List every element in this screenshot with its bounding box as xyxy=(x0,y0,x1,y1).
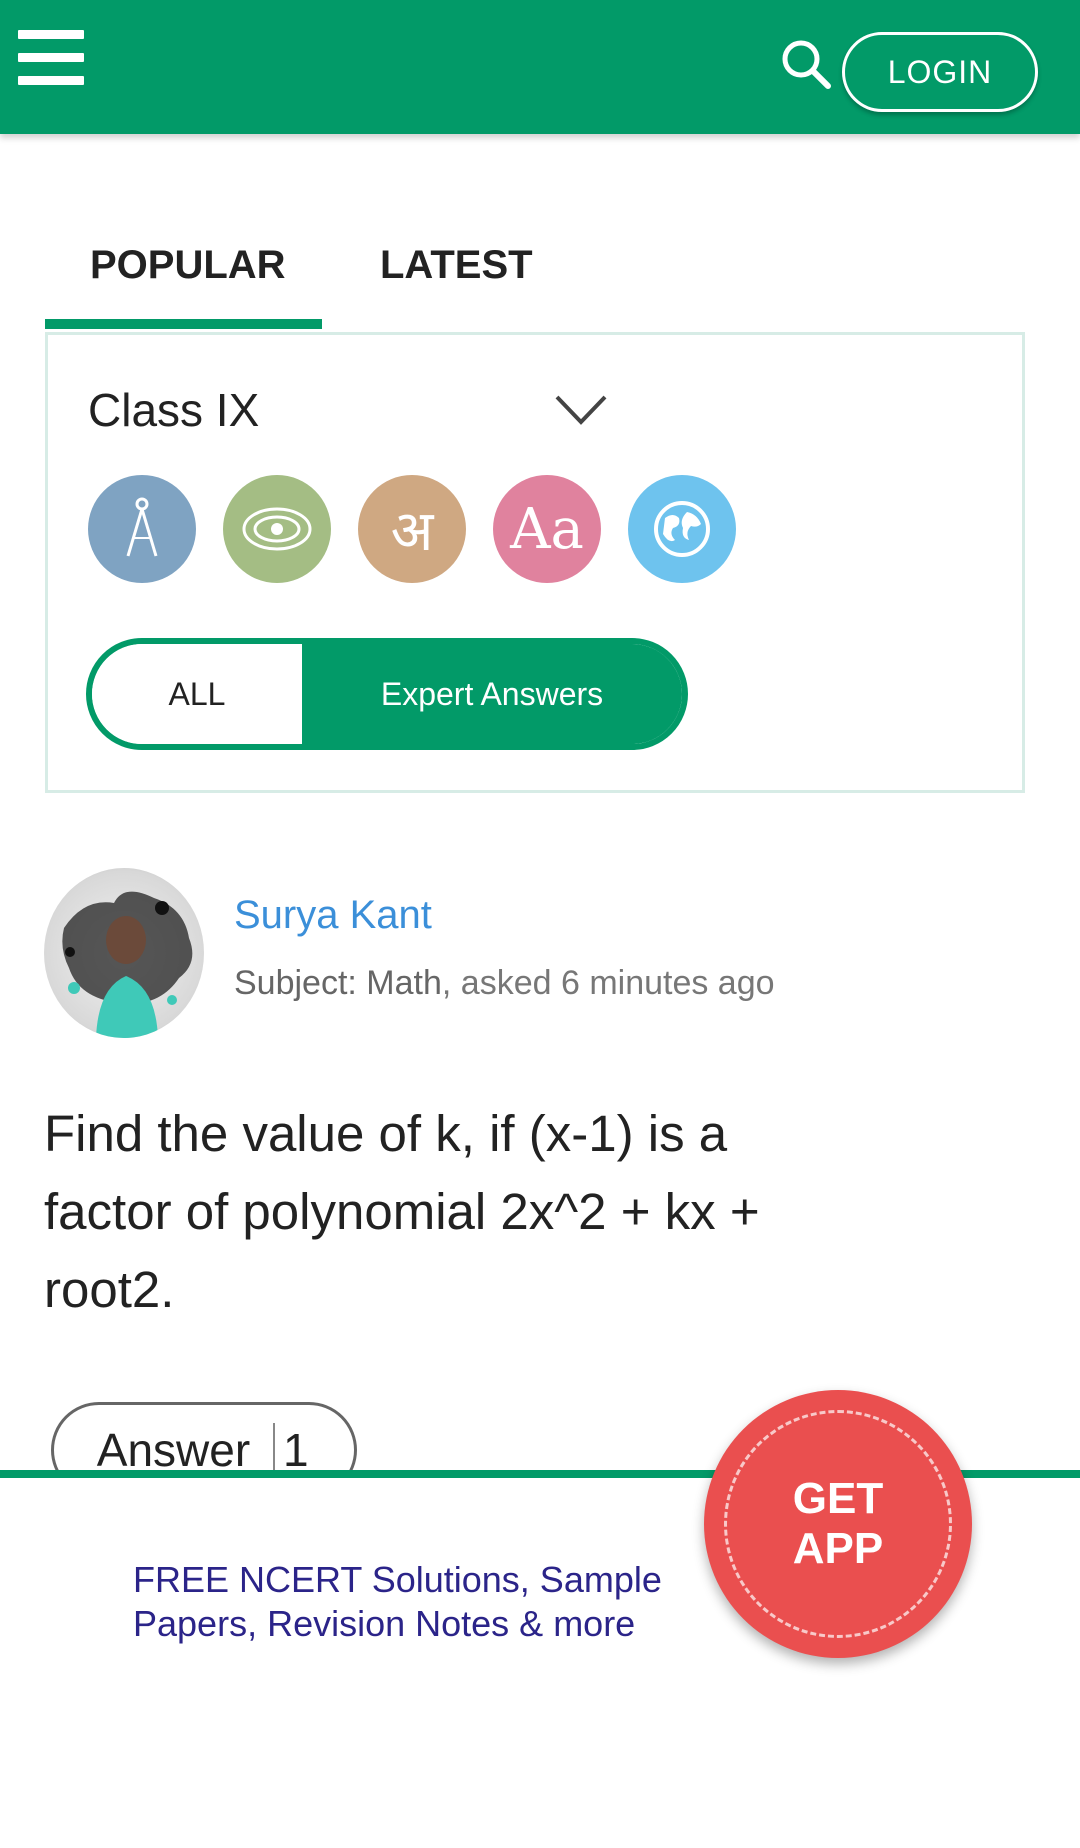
subject-social-science-button[interactable] xyxy=(628,475,736,583)
question-asked-time: , asked 6 minutes ago xyxy=(441,964,775,1002)
get-app-label: GET APP xyxy=(793,1474,883,1574)
atom-icon xyxy=(242,507,312,551)
chevron-down-icon xyxy=(555,395,607,425)
get-app-line-2: APP xyxy=(792,1524,884,1573)
filter-panel: Class IX अ Aa ALL Expert Answers xyxy=(45,332,1025,793)
compass-icon xyxy=(126,497,158,557)
question-text[interactable]: Find the value of k, if (x-1) is a facto… xyxy=(44,1095,834,1329)
get-app-button[interactable]: GET APP xyxy=(704,1390,972,1658)
tab-popular[interactable]: POPULAR xyxy=(90,240,286,290)
question-subject: Subject: Math xyxy=(234,964,442,1002)
class-dropdown[interactable]: Class IX xyxy=(88,375,608,445)
toggle-expert-answers-option[interactable]: Expert Answers xyxy=(302,644,682,744)
globe-icon xyxy=(654,501,710,557)
question-author-name[interactable]: Surya Kant xyxy=(234,893,432,938)
avatar[interactable] xyxy=(44,868,204,1038)
english-letters-icon: Aa xyxy=(510,496,584,562)
hamburger-menu-icon[interactable] xyxy=(18,30,84,86)
search-icon[interactable] xyxy=(780,38,832,90)
answer-button-label: Answer xyxy=(54,1423,275,1477)
class-dropdown-value: Class IX xyxy=(88,384,260,436)
login-button[interactable]: LOGIN xyxy=(842,32,1038,112)
get-app-line-1: GET xyxy=(792,1474,884,1523)
hindi-letter-icon: अ xyxy=(390,499,434,564)
subject-math-button[interactable] xyxy=(88,475,196,583)
question-meta: Subject: Math, asked 6 minutes ago xyxy=(234,964,775,1003)
subject-english-button[interactable]: Aa xyxy=(493,475,601,583)
active-tab-indicator xyxy=(45,319,322,329)
tab-latest[interactable]: LATEST xyxy=(380,240,533,290)
subject-hindi-button[interactable]: अ xyxy=(358,475,466,583)
subject-science-button[interactable] xyxy=(223,475,331,583)
toggle-all-option[interactable]: ALL xyxy=(92,644,302,744)
answer-count: 1 xyxy=(283,1424,309,1476)
top-app-bar: LOGIN xyxy=(0,0,1080,134)
answer-filter-toggle: ALL Expert Answers xyxy=(86,638,688,750)
promo-text[interactable]: FREE NCERT Solutions, Sample Papers, Rev… xyxy=(133,1558,673,1646)
